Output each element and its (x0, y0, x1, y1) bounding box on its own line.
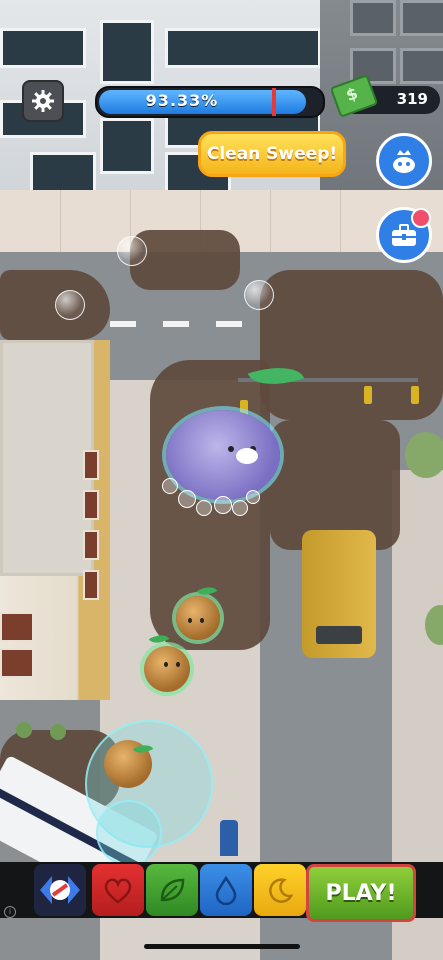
foam (178, 490, 196, 508)
clean-sweep-banner: Clean Sweep! (198, 131, 346, 177)
character-button[interactable] (376, 133, 432, 189)
progress-label: 93.33% (145, 91, 219, 110)
mailbox (220, 820, 238, 856)
bush (50, 724, 66, 740)
fruit-character[interactable] (176, 582, 220, 640)
info-icon[interactable]: i (4, 906, 16, 918)
toolbox-button[interactable] (376, 207, 432, 263)
cash-counter: 319 (329, 74, 440, 118)
water-powerup[interactable] (200, 864, 252, 916)
progress-target-marker (272, 88, 276, 116)
lane-mark (163, 321, 189, 327)
water-drop-icon (215, 875, 237, 905)
settings-button[interactable] (22, 80, 64, 122)
foam (214, 496, 232, 514)
mud-patch (130, 230, 240, 290)
traffic-light (411, 386, 419, 404)
foam (232, 500, 248, 516)
tree (405, 432, 443, 478)
water-bubble[interactable] (96, 800, 162, 866)
building-left (0, 340, 110, 700)
swap-button[interactable] (34, 864, 86, 916)
cleaning-progress-bar: 93.33% (95, 86, 325, 118)
foam (246, 490, 260, 504)
moon-powerup[interactable] (254, 864, 306, 916)
bubble[interactable] (117, 236, 147, 266)
bubble[interactable] (55, 290, 85, 320)
lane-mark (110, 321, 136, 327)
heart-icon (104, 878, 132, 904)
swap-arrows-icon (40, 876, 80, 904)
play-label: PLAY! (325, 880, 397, 906)
foam (162, 478, 178, 494)
school-bus (302, 530, 376, 658)
leaf-powerup[interactable] (146, 864, 198, 916)
fruit-character[interactable] (104, 740, 154, 788)
moon-icon (269, 878, 294, 903)
gear-icon (32, 90, 54, 112)
bush (16, 722, 32, 738)
heart-powerup[interactable] (92, 864, 144, 916)
banner-label: Clean Sweep! (206, 144, 338, 164)
bubble[interactable] (244, 280, 274, 310)
cash-value: 319 (396, 90, 428, 108)
play-button[interactable]: PLAY! (306, 864, 416, 922)
toolbox-icon (392, 224, 416, 246)
traffic-light (364, 386, 372, 404)
fruit-character[interactable] (144, 630, 190, 692)
crown-character-icon (393, 150, 415, 173)
home-indicator[interactable] (144, 944, 300, 949)
leaf-icon (160, 878, 185, 902)
foam (196, 500, 212, 516)
blob-character[interactable] (166, 410, 280, 500)
notification-dot (411, 208, 431, 228)
lane-mark (216, 321, 242, 327)
